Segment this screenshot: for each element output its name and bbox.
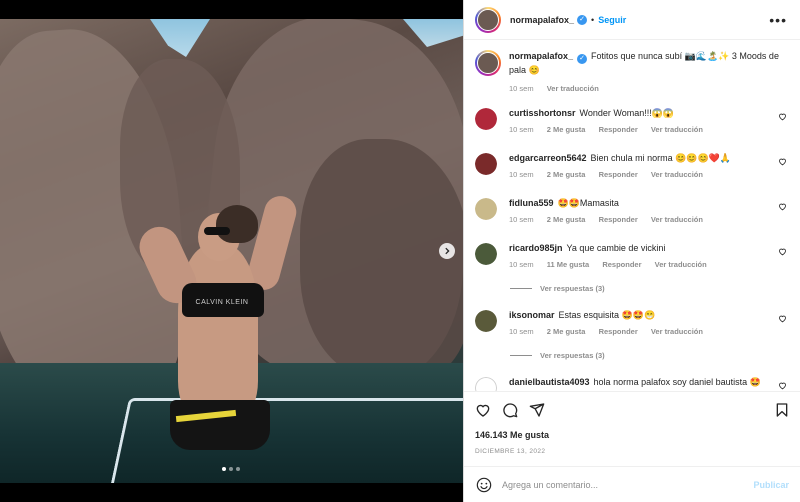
post-date[interactable]: DICIEMBRE 13, 2022 <box>475 448 545 455</box>
comment-username[interactable]: curtisshortonsr <box>509 108 576 118</box>
caption-avatar[interactable] <box>475 50 501 76</box>
heart-icon[interactable] <box>778 247 787 256</box>
verified-badge-icon: ✓ <box>577 54 588 64</box>
caption-time[interactable]: 10 sem <box>509 84 534 93</box>
add-comment-bar: Publicar <box>464 466 800 502</box>
carousel-dot <box>229 467 233 471</box>
post-media: CALVIN KLEIN <box>0 0 463 502</box>
comment-time[interactable]: 10 sem <box>509 327 534 336</box>
comment-item: curtisshortonsr Wonder Woman!!!😱😱 10 sem … <box>475 107 795 136</box>
photo-brand-text: CALVIN KLEIN <box>195 299 249 306</box>
comment-time[interactable]: 10 sem <box>509 260 534 269</box>
author-username[interactable]: normapalafox_ <box>510 15 574 25</box>
comment-item: edgarcarreon5642 Bien chula mi norma 😊😊😊❤… <box>475 152 795 181</box>
post-side-panel: normapalafox_ ✓ • Seguir ••• normapalafo… <box>463 0 800 502</box>
comment-avatar[interactable] <box>475 153 497 175</box>
comment-text: Wonder Woman!!!😱😱 <box>579 108 675 118</box>
carousel-next-button[interactable] <box>439 243 455 259</box>
photo-person-glasses <box>204 227 230 235</box>
carousel-dot <box>236 467 240 471</box>
comment-reply-button[interactable]: Responder <box>599 327 638 336</box>
comment-reply-button[interactable]: Responder <box>599 125 638 134</box>
follow-button[interactable]: Seguir <box>598 15 626 25</box>
comment-avatar[interactable] <box>475 108 497 130</box>
comment-avatar[interactable] <box>475 243 497 265</box>
comment-translate-link[interactable]: Ver traducción <box>651 125 703 134</box>
comment-avatar[interactable] <box>475 310 497 332</box>
post-actions: 146.143 Me gusta DICIEMBRE 13, 2022 <box>464 391 800 466</box>
publish-button[interactable]: Publicar <box>753 480 789 490</box>
replies-line <box>510 288 532 289</box>
photo-rock <box>300 139 463 379</box>
heart-icon[interactable] <box>778 157 787 166</box>
header-separator: • <box>591 14 595 25</box>
emoji-icon[interactable] <box>476 477 492 493</box>
more-options-icon[interactable]: ••• <box>769 12 787 28</box>
like-heart-icon[interactable] <box>475 402 491 418</box>
comment-likes[interactable]: 2 Me gusta <box>547 327 586 336</box>
replies-line <box>510 355 532 356</box>
comment-avatar[interactable] <box>475 198 497 220</box>
heart-icon[interactable] <box>778 381 787 390</box>
comment-username[interactable]: fidluna559 <box>509 198 554 208</box>
comment-text: Ya que cambie de vickini <box>566 243 666 253</box>
comments-list[interactable]: normapalafox_ ✓ Fotitos que nunca subí 📷🌊🏝… <box>464 41 800 391</box>
view-replies-label: Ver respuestas (3) <box>540 284 605 293</box>
comment-username[interactable]: danielbautista4093 <box>509 377 590 387</box>
comment-username[interactable]: iksonomar <box>509 310 555 320</box>
author-avatar[interactable] <box>475 6 501 33</box>
likes-count[interactable]: 146.143 Me gusta <box>475 430 549 440</box>
comment-likes[interactable]: 2 Me gusta <box>547 170 586 179</box>
comment-input[interactable] <box>502 479 742 490</box>
comment-time[interactable]: 10 sem <box>509 215 534 224</box>
bookmark-icon[interactable] <box>774 402 790 418</box>
comment-time[interactable]: 10 sem <box>509 125 534 134</box>
comment-avatar[interactable] <box>475 377 497 391</box>
comment-reply-button[interactable]: Responder <box>599 170 638 179</box>
photo-person: CALVIN KLEIN <box>132 192 300 483</box>
comment-text: 🤩🤩Mamasita <box>557 198 619 208</box>
photo-person-hair <box>216 205 258 243</box>
view-replies-label: Ver respuestas (3) <box>540 351 605 360</box>
comment-item: iksonomar Estas esquisita 🤩🤩😁 10 sem 2 Me… <box>475 309 795 338</box>
comment-likes[interactable]: 11 Me gusta <box>547 260 590 269</box>
view-replies-button[interactable]: Ver respuestas (3) <box>510 351 605 360</box>
post-photo: CALVIN KLEIN <box>0 19 463 483</box>
comment-username[interactable]: edgarcarreon5642 <box>509 153 587 163</box>
comment-text: Bien chula mi norma 😊😊😊❤️🙏 <box>590 153 732 163</box>
comment-reply-button[interactable]: Responder <box>599 215 638 224</box>
share-icon[interactable] <box>529 402 545 418</box>
comment-time[interactable]: 10 sem <box>509 170 534 179</box>
comment-item: danielbautista4093 hola norma palafox soy… <box>475 376 795 391</box>
photo-person-shorts <box>170 400 270 450</box>
comment-text: Estas esquisita 🤩🤩😁 <box>558 310 656 320</box>
chevron-right-icon <box>445 247 450 255</box>
comment-translate-link[interactable]: Ver traducción <box>651 215 703 224</box>
heart-icon[interactable] <box>778 112 787 121</box>
post-dialog: CALVIN KLEIN normapalafox_ ✓ • Seguir ••… <box>0 0 800 502</box>
comment-username[interactable]: ricardo985jn <box>509 243 563 253</box>
carousel-dot <box>222 467 226 471</box>
comment-item: ricardo985jn Ya que cambie de vickini 10 … <box>475 242 795 271</box>
comment-item: fidluna559 🤩🤩Mamasita 10 sem 2 Me gusta R… <box>475 197 795 226</box>
heart-icon[interactable] <box>778 314 787 323</box>
photo-sky <box>150 19 210 57</box>
heart-icon[interactable] <box>778 202 787 211</box>
carousel-dots <box>222 467 240 471</box>
comment-likes[interactable]: 2 Me gusta <box>547 125 586 134</box>
post-header: normapalafox_ ✓ • Seguir ••• <box>464 0 800 40</box>
view-replies-button[interactable]: Ver respuestas (3) <box>510 284 605 293</box>
comment-reply-button[interactable]: Responder <box>602 260 641 269</box>
comment-likes[interactable]: 2 Me gusta <box>547 215 586 224</box>
comment-translate-link[interactable]: Ver traducción <box>651 170 703 179</box>
comment-text: hola norma palafox soy daniel bautista 🤩 <box>593 377 761 387</box>
caption-translate-link[interactable]: Ver traducción <box>547 84 599 93</box>
comment-translate-link[interactable]: Ver traducción <box>651 327 703 336</box>
comment-icon[interactable] <box>502 402 518 418</box>
caption-username[interactable]: normapalafox_ <box>509 51 573 61</box>
post-caption: normapalafox_ ✓ Fotitos que nunca subí 📷🌊🏝… <box>475 50 795 95</box>
comment-translate-link[interactable]: Ver traducción <box>655 260 707 269</box>
verified-badge-icon: ✓ <box>577 14 588 25</box>
